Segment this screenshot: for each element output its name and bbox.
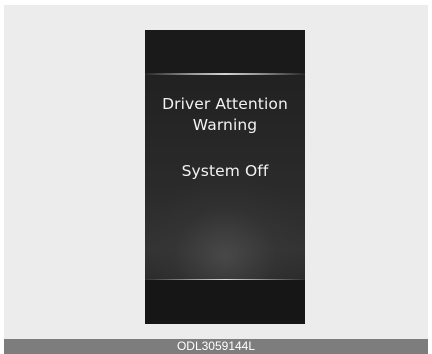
warning-title-line2: Warning [192,116,258,134]
manual-figure: Driver Attention Warning System Off ODL3… [0,0,432,354]
top-divider-line [145,73,305,75]
display-glow [145,180,305,290]
cluster-display: Driver Attention Warning System Off [145,30,305,324]
warning-title-line1: Driver Attention [162,95,288,113]
display-bottom-band [145,280,305,324]
figure-code: ODL3059144L [176,339,256,353]
display-top-band [145,30,305,74]
figure-frame: Driver Attention Warning System Off [4,5,428,339]
caption-bar: ODL3059144L [4,339,428,354]
system-status-text: System Off [181,162,269,180]
